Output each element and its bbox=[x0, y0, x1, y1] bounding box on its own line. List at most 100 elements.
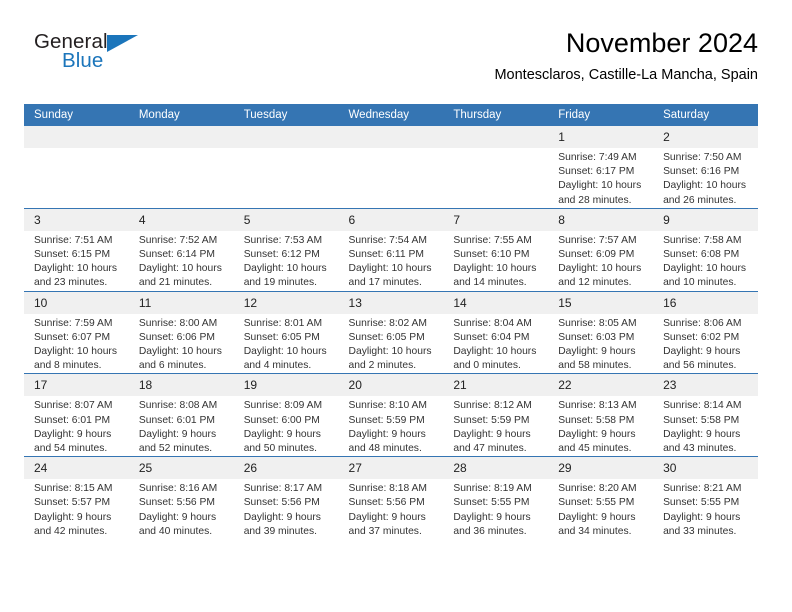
daylight-text-line1: Daylight: 10 hours bbox=[243, 263, 327, 275]
daylight-text-line2: and 23 minutes. bbox=[34, 277, 108, 289]
sunset-text: Sunset: 5:58 PM bbox=[663, 414, 740, 426]
day-number: 1 bbox=[548, 126, 654, 148]
daylight-text-line1: Daylight: 9 hours bbox=[663, 511, 741, 523]
sunrise-text: Sunrise: 7:51 AM bbox=[34, 234, 113, 246]
calendar-day-cell[interactable]: 29 Sunrise: 8:20 AM Sunset: 5:55 PM Dayligh… bbox=[548, 456, 654, 540]
calendar-day-cell[interactable]: 2 Sunrise: 7:50 AM Sunset: 6:16 PM Daylight… bbox=[653, 126, 758, 209]
calendar-day-cell[interactable]: 14 Sunrise: 8:04 AM Sunset: 6:04 PM Dayligh… bbox=[443, 290, 549, 374]
sunset-text: Sunset: 6:02 PM bbox=[663, 331, 740, 343]
day-sun-info: Sunrise: 7:57 AM Sunset: 6:09 PM Daylight:… bbox=[548, 231, 653, 291]
sunset-text: Sunset: 6:17 PM bbox=[558, 166, 635, 178]
day-sun-info: Sunrise: 8:10 AM Sunset: 5:59 PM Daylight:… bbox=[339, 396, 444, 456]
sunrise-text: Sunrise: 8:01 AM bbox=[243, 317, 323, 329]
calendar-body: 1 Sunrise: 7:49 AM Sunset: 6:17 PM Daylight… bbox=[24, 126, 758, 540]
calendar-day-cell[interactable]: 21 Sunrise: 8:12 AM Sunset: 5:59 PM Dayligh… bbox=[443, 373, 549, 457]
calendar-day-cell[interactable]: 7 Sunrise: 7:55 AM Sunset: 6:10 PM Daylight… bbox=[443, 207, 549, 292]
calendar-day-cell[interactable]: 18 Sunrise: 8:08 AM Sunset: 6:01 PM Dayligh… bbox=[128, 373, 234, 457]
daylight-text-line1: Daylight: 9 hours bbox=[663, 346, 741, 358]
calendar-week-row: 1 Sunrise: 7:49 AM Sunset: 6:17 PM Daylight… bbox=[24, 126, 758, 209]
calendar-day-cell-empty bbox=[128, 126, 234, 209]
daylight-text-line2: and 26 minutes. bbox=[663, 194, 737, 206]
sunset-text: Sunset: 5:56 PM bbox=[348, 497, 425, 509]
daylight-text-line1: Daylight: 9 hours bbox=[243, 511, 321, 523]
day-number: 6 bbox=[338, 208, 444, 231]
calendar-day-cell[interactable]: 24 Sunrise: 8:15 AM Sunset: 5:57 PM Dayligh… bbox=[24, 456, 129, 540]
sunrise-text: Sunrise: 8:21 AM bbox=[663, 483, 742, 495]
calendar-day-cell[interactable]: 23 Sunrise: 8:14 AM Sunset: 5:58 PM Dayligh… bbox=[653, 373, 758, 457]
day-sun-info: Sunrise: 8:13 AM Sunset: 5:58 PM Daylight:… bbox=[548, 396, 653, 456]
sunrise-text: Sunrise: 8:06 AM bbox=[663, 317, 742, 329]
calendar-day-cell[interactable]: 30 Sunrise: 8:21 AM Sunset: 5:55 PM Dayligh… bbox=[653, 456, 758, 540]
calendar-day-cell[interactable]: 28 Sunrise: 8:19 AM Sunset: 5:55 PM Dayligh… bbox=[443, 456, 549, 540]
daylight-text-line1: Daylight: 10 hours bbox=[138, 263, 222, 275]
daylight-text-line1: Daylight: 9 hours bbox=[663, 428, 741, 440]
calendar-day-cell[interactable]: 4 Sunrise: 7:52 AM Sunset: 6:14 PM Daylight… bbox=[128, 207, 234, 292]
sunrise-text: Sunrise: 8:12 AM bbox=[453, 400, 532, 412]
weekday-header-saturday: Saturday bbox=[653, 104, 758, 126]
day-sun-info: Sunrise: 8:16 AM Sunset: 5:56 PM Daylight:… bbox=[129, 479, 234, 539]
sunset-text: Sunset: 5:58 PM bbox=[558, 414, 635, 426]
calendar-day-cell[interactable]: 1 Sunrise: 7:49 AM Sunset: 6:17 PM Daylight… bbox=[548, 126, 654, 209]
calendar-day-cell[interactable]: 16 Sunrise: 8:06 AM Sunset: 6:02 PM Dayligh… bbox=[653, 290, 758, 374]
sunset-text: Sunset: 5:59 PM bbox=[348, 414, 425, 426]
calendar-day-cell[interactable]: 9 Sunrise: 7:58 AM Sunset: 6:08 PM Daylight… bbox=[653, 207, 758, 292]
sunrise-text: Sunrise: 8:15 AM bbox=[34, 483, 113, 495]
sunrise-text: Sunrise: 8:02 AM bbox=[348, 317, 427, 329]
sunrise-text: Sunrise: 8:00 AM bbox=[138, 317, 218, 329]
sunset-text: Sunset: 6:10 PM bbox=[453, 249, 530, 261]
page-header: General Blue November 2024 Montesclaros,… bbox=[24, 26, 758, 96]
calendar-day-cell[interactable]: 20 Sunrise: 8:10 AM Sunset: 5:59 PM Dayligh… bbox=[338, 373, 444, 457]
calendar-day-cell[interactable]: 6 Sunrise: 7:54 AM Sunset: 6:11 PM Daylight… bbox=[338, 207, 444, 292]
day-number: 26 bbox=[233, 457, 339, 480]
day-number: 12 bbox=[233, 291, 339, 314]
calendar-day-cell[interactable]: 10 Sunrise: 7:59 AM Sunset: 6:07 PM Dayligh… bbox=[24, 290, 129, 374]
calendar-day-cell[interactable]: 12 Sunrise: 8:01 AM Sunset: 6:05 PM Dayligh… bbox=[233, 290, 339, 374]
calendar-day-cell[interactable]: 8 Sunrise: 7:57 AM Sunset: 6:09 PM Daylight… bbox=[548, 207, 654, 292]
day-sun-info: Sunrise: 8:15 AM Sunset: 5:57 PM Daylight:… bbox=[24, 479, 129, 539]
day-number: 21 bbox=[443, 374, 549, 397]
daylight-text-line1: Daylight: 10 hours bbox=[558, 263, 642, 275]
day-number: 17 bbox=[24, 374, 129, 397]
calendar-day-cell[interactable]: 13 Sunrise: 8:02 AM Sunset: 6:05 PM Dayligh… bbox=[338, 290, 444, 374]
calendar-day-cell[interactable]: 27 Sunrise: 8:18 AM Sunset: 5:56 PM Dayligh… bbox=[338, 456, 444, 540]
calendar-day-cell[interactable]: 3 Sunrise: 7:51 AM Sunset: 6:15 PM Daylight… bbox=[24, 207, 129, 292]
day-number: 10 bbox=[24, 291, 129, 314]
day-sun-info: Sunrise: 8:19 AM Sunset: 5:55 PM Daylight:… bbox=[443, 479, 548, 539]
weekday-header-thursday: Thursday bbox=[443, 104, 549, 126]
sunrise-text: Sunrise: 8:17 AM bbox=[243, 483, 323, 495]
daylight-text-line1: Daylight: 10 hours bbox=[34, 346, 117, 358]
day-sun-info: Sunrise: 8:20 AM Sunset: 5:55 PM Daylight:… bbox=[548, 479, 653, 539]
daylight-text-line1: Daylight: 9 hours bbox=[453, 428, 531, 440]
sunrise-text: Sunrise: 7:50 AM bbox=[663, 152, 742, 163]
day-sun-info: Sunrise: 7:49 AM Sunset: 6:17 PM Daylight:… bbox=[548, 148, 653, 208]
calendar-day-cell[interactable]: 26 Sunrise: 8:17 AM Sunset: 5:56 PM Dayligh… bbox=[233, 456, 339, 540]
calendar-day-cell[interactable]: 25 Sunrise: 8:16 AM Sunset: 5:56 PM Dayligh… bbox=[128, 456, 234, 540]
sunrise-text: Sunrise: 7:57 AM bbox=[558, 234, 637, 246]
sunset-text: Sunset: 6:01 PM bbox=[138, 414, 215, 426]
sunrise-text: Sunrise: 8:09 AM bbox=[243, 400, 323, 412]
calendar-day-cell[interactable]: 11 Sunrise: 8:00 AM Sunset: 6:06 PM Dayligh… bbox=[128, 290, 234, 374]
sunrise-text: Sunrise: 8:04 AM bbox=[453, 317, 532, 329]
general-blue-logo[interactable]: General Blue bbox=[24, 30, 204, 86]
day-number bbox=[443, 126, 549, 148]
calendar-day-cell[interactable]: 17 Sunrise: 8:07 AM Sunset: 6:01 PM Dayligh… bbox=[24, 373, 129, 457]
daylight-text-line2: and 4 minutes. bbox=[243, 360, 312, 372]
calendar-day-cell-empty bbox=[338, 126, 444, 209]
day-sun-info: Sunrise: 7:55 AM Sunset: 6:10 PM Daylight:… bbox=[443, 231, 548, 291]
day-sun-info: Sunrise: 7:59 AM Sunset: 6:07 PM Daylight:… bbox=[24, 314, 129, 374]
day-sun-info: Sunrise: 8:21 AM Sunset: 5:55 PM Daylight:… bbox=[653, 479, 758, 539]
calendar-day-cell[interactable]: 15 Sunrise: 8:05 AM Sunset: 6:03 PM Dayligh… bbox=[548, 290, 654, 374]
calendar-day-cell[interactable]: 5 Sunrise: 7:53 AM Sunset: 6:12 PM Daylight… bbox=[233, 207, 339, 292]
sunset-text: Sunset: 6:14 PM bbox=[138, 249, 215, 261]
daylight-text-line2: and 6 minutes. bbox=[138, 360, 207, 372]
daylight-text-line2: and 10 minutes. bbox=[663, 277, 737, 289]
day-number bbox=[128, 126, 234, 148]
sunrise-text: Sunrise: 8:10 AM bbox=[348, 400, 427, 412]
sunset-text: Sunset: 5:59 PM bbox=[453, 414, 530, 426]
calendar-day-cell[interactable]: 19 Sunrise: 8:09 AM Sunset: 6:00 PM Dayligh… bbox=[233, 373, 339, 457]
daylight-text-line1: Daylight: 9 hours bbox=[348, 511, 426, 523]
daylight-text-line2: and 8 minutes. bbox=[34, 360, 102, 372]
daylight-text-line2: and 40 minutes. bbox=[138, 525, 213, 537]
calendar-day-cell[interactable]: 22 Sunrise: 8:13 AM Sunset: 5:58 PM Dayligh… bbox=[548, 373, 654, 457]
day-number: 25 bbox=[128, 457, 234, 480]
